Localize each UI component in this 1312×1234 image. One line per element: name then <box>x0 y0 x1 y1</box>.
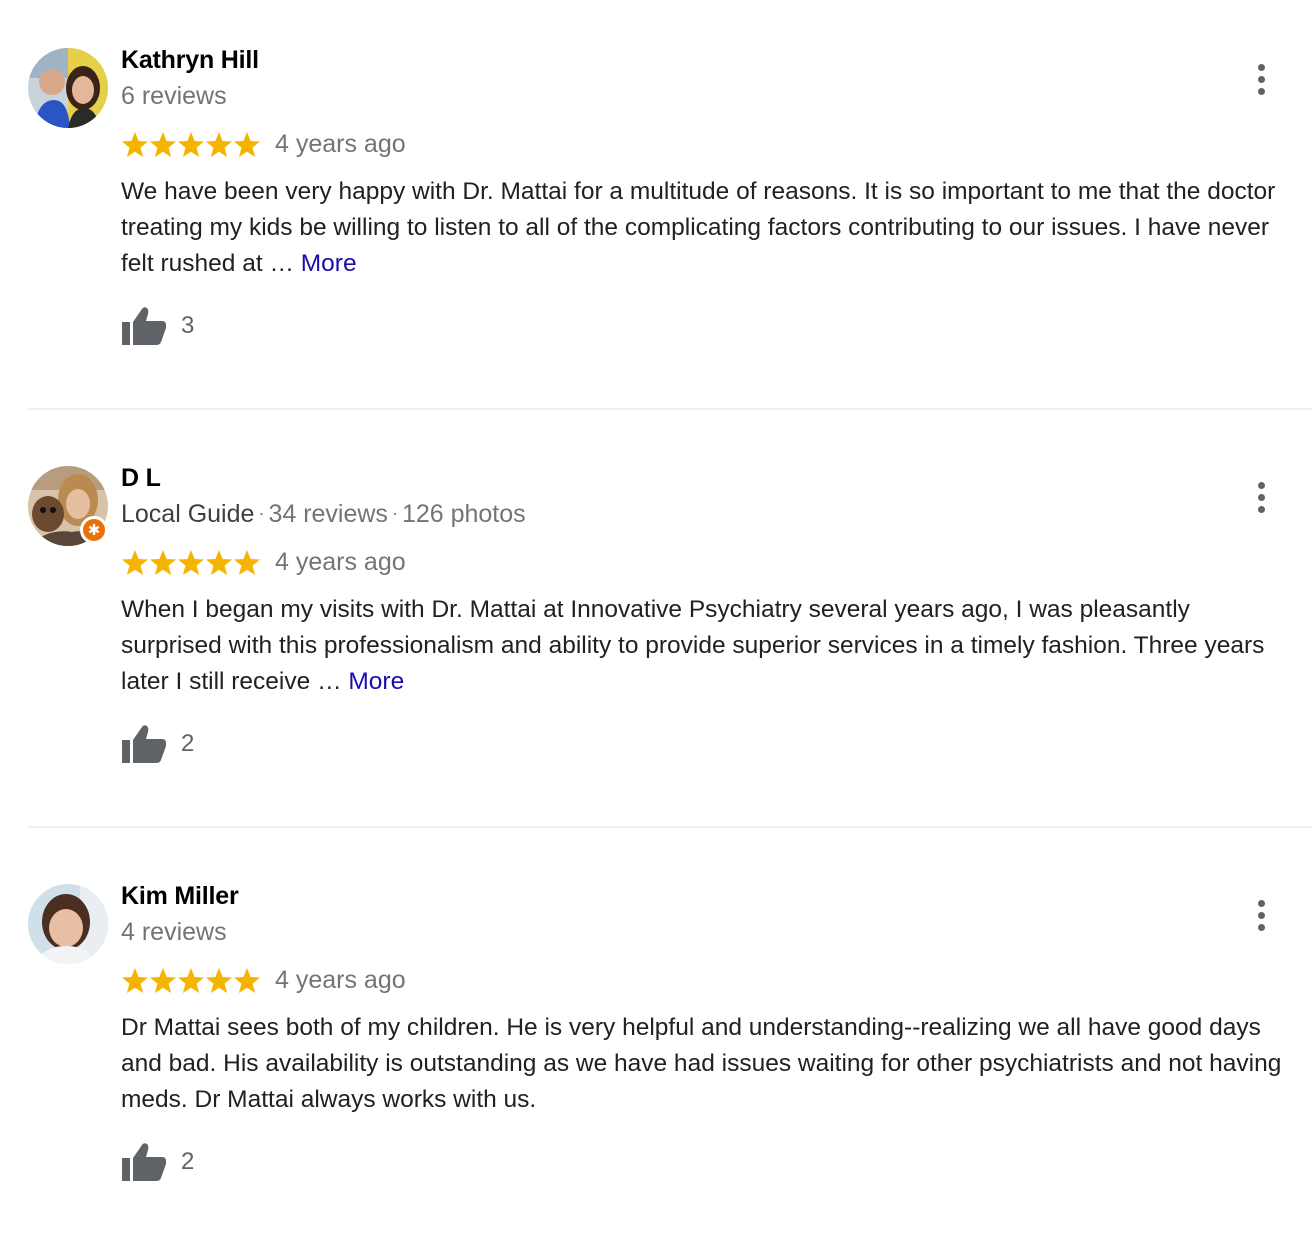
reviewer-avatar[interactable] <box>28 884 108 964</box>
local-guide-star-icon: ✱ <box>80 516 108 544</box>
more-link[interactable]: More <box>301 250 357 277</box>
review-text: When I began my visits with Dr. Mattai a… <box>121 592 1296 700</box>
reviewer-meta: 6 reviews <box>121 82 227 111</box>
reviewer-name[interactable]: D L <box>121 464 161 493</box>
like-button[interactable]: 2 <box>121 722 194 766</box>
local-guide-label[interactable]: Local Guide <box>121 500 254 528</box>
star-rating <box>121 964 261 998</box>
review-divider <box>28 826 1312 828</box>
star-icon <box>122 968 260 993</box>
reviewer-name[interactable]: Kim Miller <box>121 882 239 911</box>
star-rating <box>121 546 261 580</box>
reviewer-name[interactable]: Kathryn Hill <box>121 46 259 75</box>
review-card: Kim Miller 4 reviews 4 years ago Dr Matt… <box>0 836 1312 1234</box>
more-vert-icon[interactable] <box>1248 898 1276 932</box>
review-body: When I began my visits with Dr. Mattai a… <box>121 596 1265 695</box>
separator: · <box>391 503 398 523</box>
avatar-photo <box>28 884 108 964</box>
photos-count[interactable]: 126 photos <box>402 500 526 528</box>
review-body: Dr Mattai sees both of my children. He i… <box>121 1014 1282 1113</box>
reviewer-meta: 4 reviews <box>121 918 227 947</box>
more-link[interactable]: More <box>348 668 404 695</box>
star-icon <box>122 550 260 575</box>
review-text: We have been very happy with Dr. Mattai … <box>121 174 1296 282</box>
review-time: 4 years ago <box>275 548 406 576</box>
more-vert-icon[interactable] <box>1248 480 1276 514</box>
thumb-up-icon <box>122 307 166 345</box>
review-time: 4 years ago <box>275 130 406 158</box>
star-icon <box>122 132 260 157</box>
thumb-up-icon <box>122 725 166 763</box>
review-text: Dr Mattai sees both of my children. He i… <box>121 1010 1296 1118</box>
thumb-up-icon <box>122 1143 166 1181</box>
like-button[interactable]: 3 <box>121 304 194 348</box>
separator: · <box>258 503 265 523</box>
more-vert-icon[interactable] <box>1248 62 1276 96</box>
review-time: 4 years ago <box>275 966 406 994</box>
star-rating <box>121 128 261 162</box>
like-count: 2 <box>181 1148 195 1175</box>
review-ellipsis: … <box>317 668 342 695</box>
review-card: ✱ D L Local Guide · 34 reviews · 126 photos … <box>0 418 1312 836</box>
like-count: 2 <box>181 730 195 757</box>
reviews-count[interactable]: 4 reviews <box>121 918 227 946</box>
review-body: We have been very happy with Dr. Mattai … <box>121 178 1276 277</box>
reviews-count[interactable]: 6 reviews <box>121 82 227 110</box>
reviewer-meta: Local Guide · 34 reviews · 126 photos <box>121 500 526 529</box>
like-button[interactable]: 2 <box>121 1140 194 1184</box>
reviewer-avatar[interactable]: ✱ <box>28 466 108 546</box>
avatar-photo <box>28 48 108 128</box>
review-ellipsis: … <box>269 250 294 277</box>
reviews-list: Kathryn Hill 6 reviews 4 years ago We ha… <box>0 0 1312 1234</box>
reviewer-avatar[interactable] <box>28 48 108 128</box>
reviews-count[interactable]: 34 reviews <box>268 500 388 528</box>
review-card: Kathryn Hill 6 reviews 4 years ago We ha… <box>0 0 1312 418</box>
review-divider <box>28 408 1312 410</box>
like-count: 3 <box>181 312 195 339</box>
